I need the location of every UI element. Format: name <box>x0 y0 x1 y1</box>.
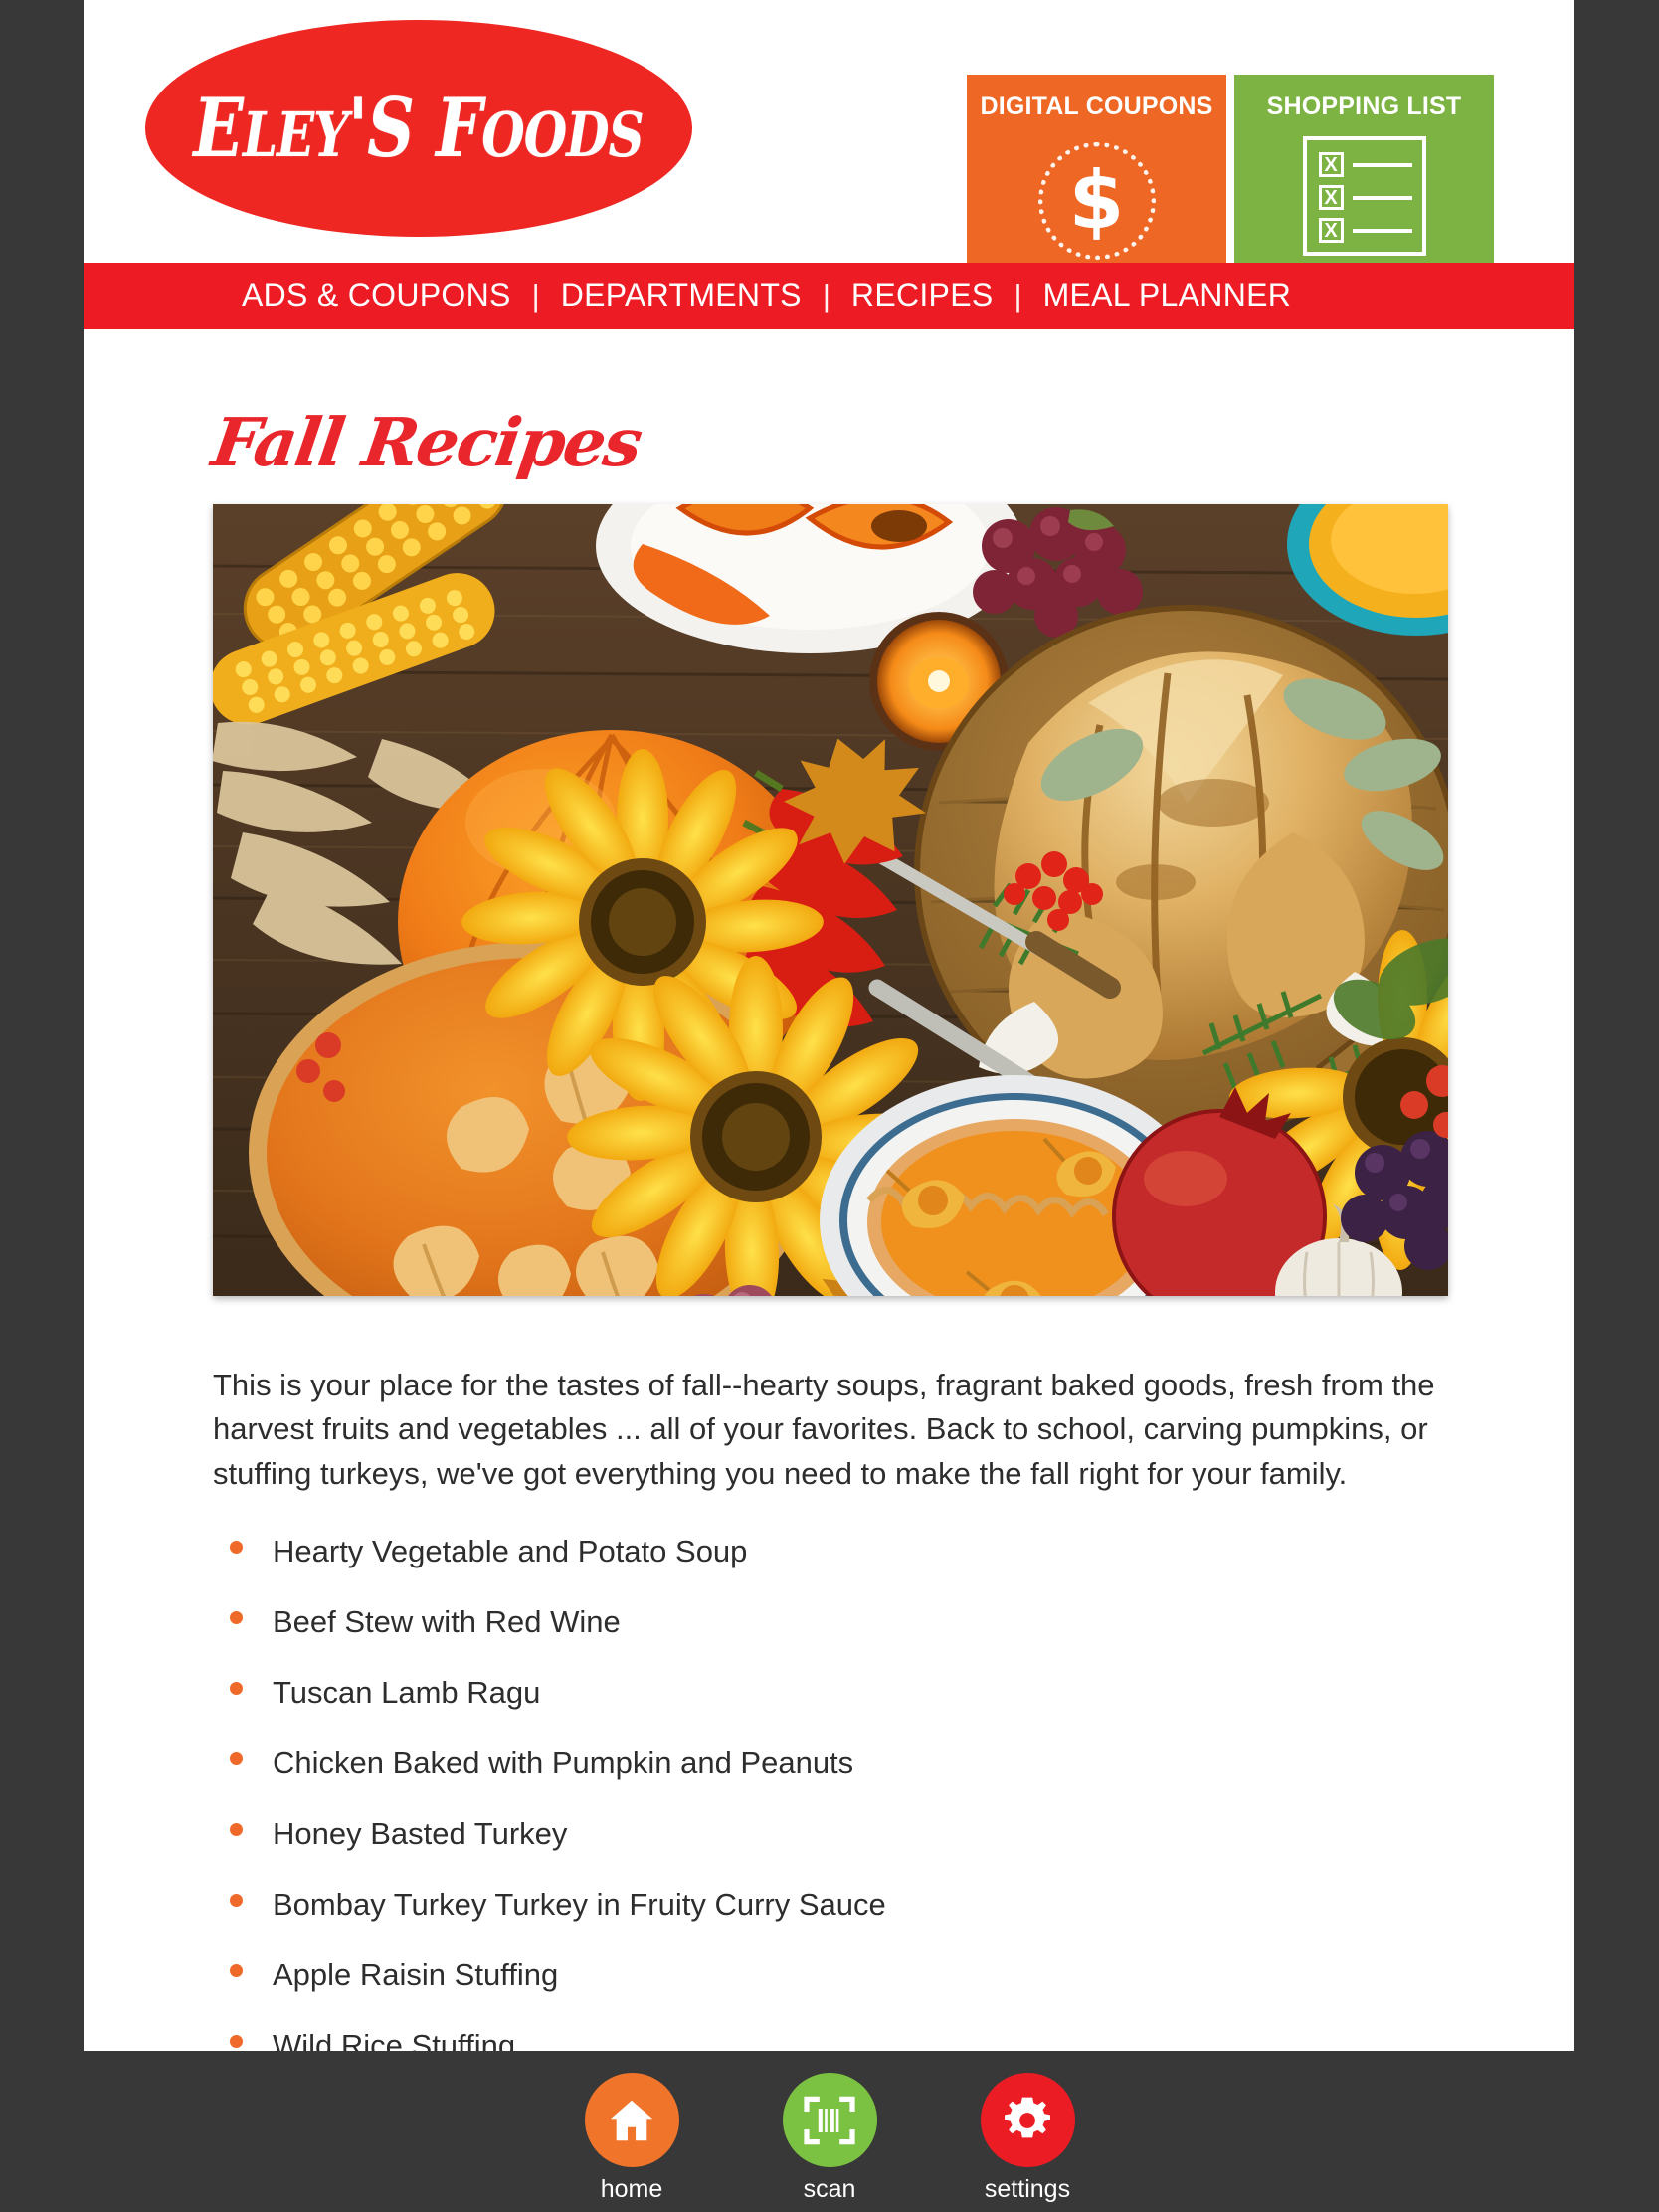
bullet-icon <box>230 1893 243 1907</box>
tab-home[interactable]: home <box>556 2073 707 2204</box>
nav-item-meal-planner[interactable]: MEAL PLANNER <box>1043 277 1292 314</box>
main-navigation: ADS & COUPONS | DEPARTMENTS | RECIPES | … <box>84 263 1574 329</box>
bullet-icon <box>230 2034 243 2048</box>
recipe-label: Bombay Turkey Turkey in Fruity Curry Sau… <box>273 1886 886 1922</box>
brand-logo[interactable]: ELEY'S FOODS <box>145 20 692 237</box>
page-title: Fall Recipes <box>207 403 645 481</box>
page-content: Fall Recipes This is your place for the … <box>84 403 1574 2051</box>
checklist-line <box>1352 228 1412 233</box>
hero-illustration <box>213 504 1448 1296</box>
recipe-label: Chicken Baked with Pumpkin and Peanuts <box>273 1745 854 1780</box>
recipe-list-item[interactable]: Chicken Baked with Pumpkin and Peanuts <box>230 1748 1574 1778</box>
barcode-glyph <box>804 2096 855 2144</box>
recipe-list-item[interactable]: Apple Raisin Stuffing <box>230 1959 1574 1990</box>
logo-oval-shape: ELEY'S FOODS <box>145 20 692 237</box>
recipe-list-item[interactable]: Beef Stew with Red Wine <box>230 1606 1574 1637</box>
bullet-icon <box>230 1963 243 1977</box>
home-glyph <box>610 2100 653 2140</box>
nav-item-ads-coupons[interactable]: ADS & COUPONS <box>242 277 511 314</box>
recipe-label: Honey Basted Turkey <box>273 1815 568 1851</box>
hero-image <box>213 504 1448 1296</box>
checklist-line <box>1352 162 1412 167</box>
gear-icon <box>980 2073 1075 2167</box>
recipe-list-item[interactable]: Hearty Vegetable and Potato Soup <box>230 1536 1574 1567</box>
gear-glyph <box>1005 2097 1050 2137</box>
tab-settings-label: settings <box>984 2175 1071 2203</box>
nav-separator: | <box>822 277 830 313</box>
checklist-line <box>1352 195 1412 200</box>
tab-home-label: home <box>600 2175 663 2203</box>
recipe-list-item[interactable]: Bombay Turkey Turkey in Fruity Curry Sau… <box>230 1889 1574 1920</box>
nav-item-recipes[interactable]: RECIPES <box>851 277 994 314</box>
checklist-icon: X X X <box>1302 136 1426 256</box>
checklist-row: X <box>1318 185 1412 210</box>
bullet-icon <box>230 1681 243 1695</box>
recipe-label: Hearty Vegetable and Potato Soup <box>273 1533 748 1568</box>
recipe-list-item[interactable]: Honey Basted Turkey <box>230 1818 1574 1849</box>
barcode-scan-icon <box>782 2073 877 2167</box>
page-canvas: ELEY'S FOODS DIGITAL COUPONS $ SHOPPING … <box>84 0 1574 2051</box>
bullet-icon <box>230 1822 243 1836</box>
header-quick-tiles: DIGITAL COUPONS $ SHOPPING LIST X X X <box>967 75 1494 263</box>
checkbox-x-icon: X <box>1318 218 1344 243</box>
recipe-list: Hearty Vegetable and Potato Soup Beef St… <box>230 1536 1574 2051</box>
tab-scan[interactable]: scan <box>754 2073 905 2204</box>
tab-settings[interactable]: settings <box>952 2073 1103 2204</box>
checklist-row: X <box>1318 218 1412 243</box>
recipe-label: Beef Stew with Red Wine <box>273 1603 621 1639</box>
shopping-list-tile[interactable]: SHOPPING LIST X X X <box>1234 75 1494 263</box>
nav-separator: | <box>1014 277 1022 313</box>
recipe-list-item[interactable]: Wild Rice Stuffing <box>230 2030 1574 2051</box>
intro-paragraph: This is your place for the tastes of fal… <box>213 1368 1435 1491</box>
recipe-label: Apple Raisin Stuffing <box>273 1956 559 1992</box>
nav-item-departments[interactable]: DEPARTMENTS <box>561 277 802 314</box>
bullet-icon <box>230 1610 243 1624</box>
digital-coupons-tile[interactable]: DIGITAL COUPONS $ <box>967 75 1226 263</box>
site-header: ELEY'S FOODS DIGITAL COUPONS $ SHOPPING … <box>84 0 1574 263</box>
home-icon <box>584 2073 679 2167</box>
bottom-tab-bar: home scan settings <box>0 2051 1659 2212</box>
recipe-list-item[interactable]: Tuscan Lamb Ragu <box>230 1677 1574 1708</box>
tab-scan-label: scan <box>803 2175 856 2203</box>
app-window: ELEY'S FOODS DIGITAL COUPONS $ SHOPPING … <box>0 0 1659 2212</box>
recipe-label: Tuscan Lamb Ragu <box>273 1674 541 1710</box>
nav-separator: | <box>531 277 540 313</box>
checkbox-x-icon: X <box>1318 152 1344 177</box>
shopping-list-label: SHOPPING LIST <box>1266 92 1462 120</box>
bullet-icon <box>230 1751 243 1765</box>
dollar-glyph: $ <box>1068 154 1125 247</box>
recipe-label: Wild Rice Stuffing <box>273 2027 516 2051</box>
digital-coupons-label: DIGITAL COUPONS <box>980 92 1213 120</box>
logo-wordmark: ELEY'S FOODS <box>193 81 645 176</box>
bullet-icon <box>230 1540 243 1554</box>
checklist-row: X <box>1318 152 1412 177</box>
dollar-coin-icon: $ <box>1037 142 1156 260</box>
checkbox-x-icon: X <box>1318 185 1344 210</box>
